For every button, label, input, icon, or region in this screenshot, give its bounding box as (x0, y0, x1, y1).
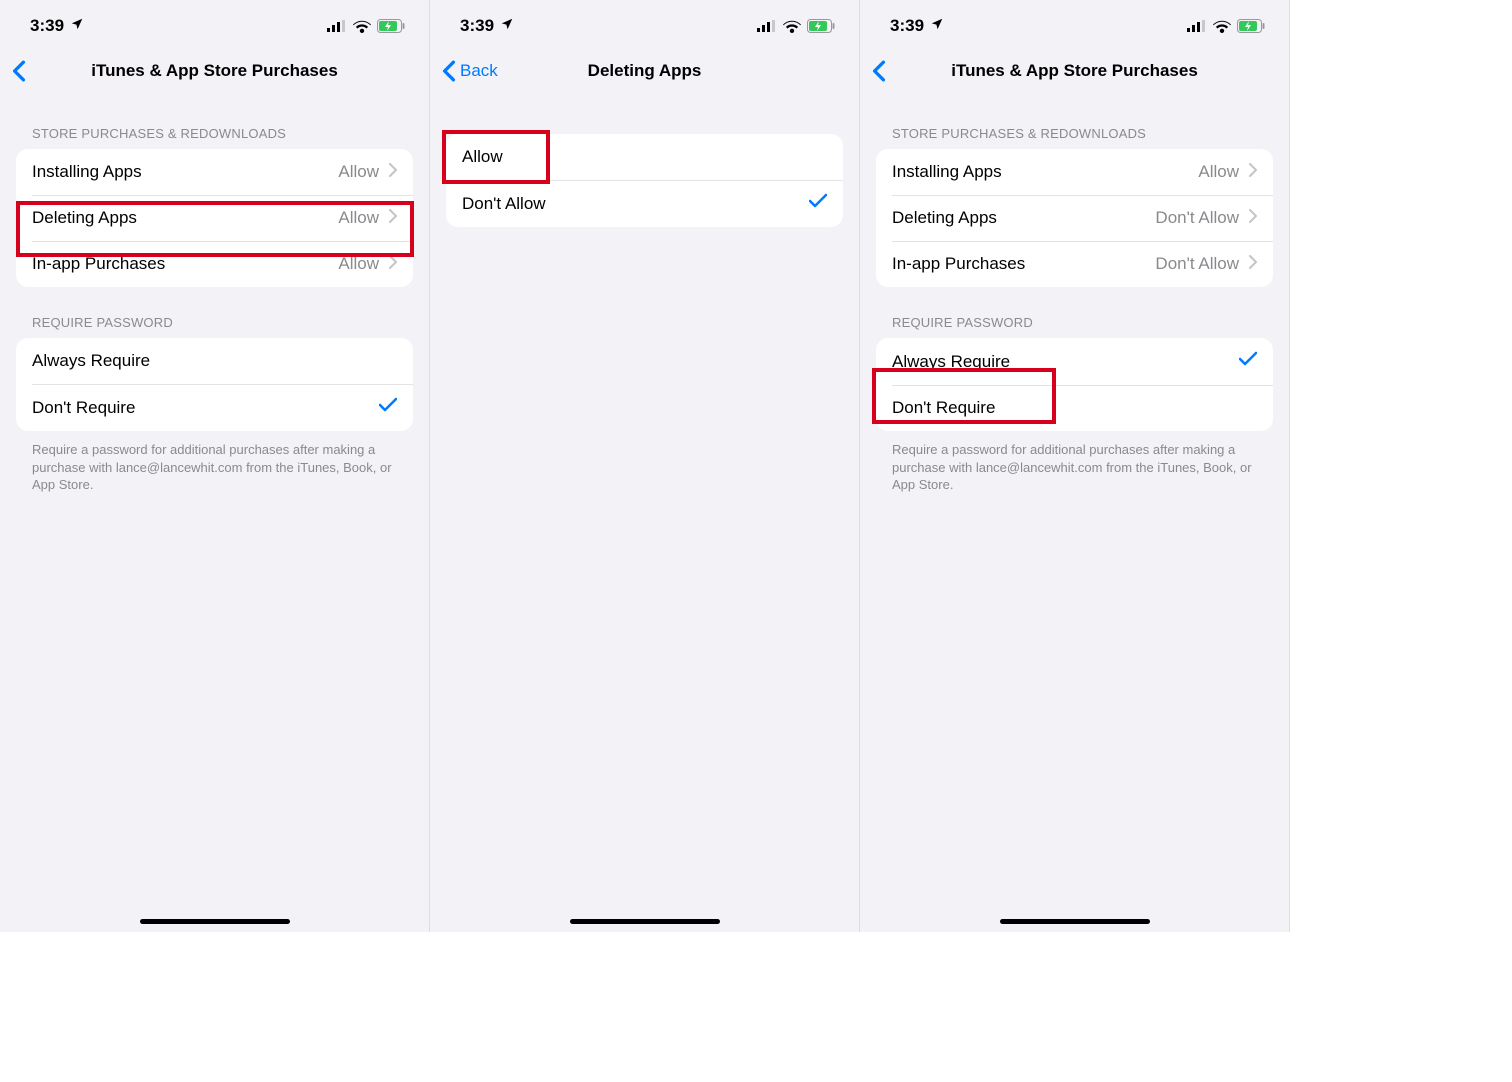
row-deleting-apps[interactable]: Deleting Apps Don't Allow (876, 195, 1273, 241)
signal-icon (327, 20, 347, 32)
home-indicator[interactable] (570, 919, 720, 924)
row-value: Don't Allow (1155, 208, 1239, 228)
nav-bar: iTunes & App Store Purchases (860, 44, 1289, 98)
group-options: Allow Don't Allow (446, 134, 843, 227)
row-label: In-app Purchases (32, 254, 165, 274)
group-purchases: Installing Apps Allow Deleting Apps Allo… (16, 149, 413, 287)
status-right (757, 19, 835, 33)
row-label: Don't Require (32, 398, 135, 418)
row-label: Installing Apps (892, 162, 1002, 182)
back-label: Back (460, 61, 498, 81)
battery-charging-icon (377, 19, 405, 33)
battery-charging-icon (1237, 19, 1265, 33)
back-button[interactable]: Back (442, 60, 498, 82)
nav-title: iTunes & App Store Purchases (860, 61, 1289, 81)
chevron-right-icon (389, 208, 397, 228)
row-label: Always Require (32, 351, 150, 371)
row-value: Don't Allow (1155, 254, 1239, 274)
phone-screen-3: 3:39 iTunes & App Store Purchases STORE … (860, 0, 1290, 932)
checkmark-icon (809, 193, 827, 214)
signal-icon (1187, 20, 1207, 32)
status-time: 3:39 (890, 16, 924, 36)
location-arrow-icon (70, 16, 84, 36)
checkmark-icon (1239, 351, 1257, 372)
group-password: Always Require Don't Require (876, 338, 1273, 431)
row-value: Allow (338, 208, 379, 228)
section-header-purchases: STORE PURCHASES & REDOWNLOADS (0, 98, 429, 149)
chevron-right-icon (1249, 254, 1257, 274)
row-in-app-purchases[interactable]: In-app Purchases Allow (16, 241, 413, 287)
section-header-password: REQUIRE PASSWORD (860, 287, 1289, 338)
status-right (327, 19, 405, 33)
row-label: In-app Purchases (892, 254, 1025, 274)
back-button[interactable] (12, 60, 30, 82)
row-label: Deleting Apps (32, 208, 137, 228)
wifi-icon (783, 20, 801, 33)
location-arrow-icon (930, 16, 944, 36)
home-indicator[interactable] (140, 919, 290, 924)
row-installing-apps[interactable]: Installing Apps Allow (876, 149, 1273, 195)
nav-title: iTunes & App Store Purchases (0, 61, 429, 81)
footer-text: Require a password for additional purcha… (860, 431, 1289, 494)
status-time: 3:39 (460, 16, 494, 36)
location-arrow-icon (500, 16, 514, 36)
row-dont-require[interactable]: Don't Require (876, 385, 1273, 431)
nav-bar: iTunes & App Store Purchases (0, 44, 429, 98)
status-right (1187, 19, 1265, 33)
row-dont-require[interactable]: Don't Require (16, 384, 413, 431)
row-label: Allow (462, 147, 503, 167)
chevron-right-icon (1249, 208, 1257, 228)
group-purchases: Installing Apps Allow Deleting Apps Don'… (876, 149, 1273, 287)
chevron-right-icon (389, 162, 397, 182)
row-always-require[interactable]: Always Require (16, 338, 413, 384)
row-value: Allow (338, 162, 379, 182)
signal-icon (757, 20, 777, 32)
row-dont-allow[interactable]: Don't Allow (446, 180, 843, 227)
status-left: 3:39 (30, 16, 84, 36)
status-left: 3:39 (890, 16, 944, 36)
status-bar: 3:39 (430, 0, 859, 44)
row-label: Don't Allow (462, 194, 546, 214)
status-left: 3:39 (460, 16, 514, 36)
row-always-require[interactable]: Always Require (876, 338, 1273, 385)
status-time: 3:39 (30, 16, 64, 36)
footer-text: Require a password for additional purcha… (0, 431, 429, 494)
section-header-password: REQUIRE PASSWORD (0, 287, 429, 338)
row-label: Deleting Apps (892, 208, 997, 228)
row-deleting-apps[interactable]: Deleting Apps Allow (16, 195, 413, 241)
group-password: Always Require Don't Require (16, 338, 413, 431)
row-value: Allow (338, 254, 379, 274)
status-bar: 3:39 (860, 0, 1289, 44)
row-in-app-purchases[interactable]: In-app Purchases Don't Allow (876, 241, 1273, 287)
row-installing-apps[interactable]: Installing Apps Allow (16, 149, 413, 195)
nav-bar: Back Deleting Apps (430, 44, 859, 98)
wifi-icon (1213, 20, 1231, 33)
back-button[interactable] (872, 60, 890, 82)
checkmark-icon (379, 397, 397, 418)
row-allow[interactable]: Allow (446, 134, 843, 180)
phone-screen-2: 3:39 Back Deleting Apps Allow Don't Allo… (430, 0, 860, 932)
row-value: Allow (1198, 162, 1239, 182)
battery-charging-icon (807, 19, 835, 33)
phone-screen-1: 3:39 iTunes & App Store Purchases STORE … (0, 0, 430, 932)
chevron-right-icon (389, 254, 397, 274)
section-header-purchases: STORE PURCHASES & REDOWNLOADS (860, 98, 1289, 149)
home-indicator[interactable] (1000, 919, 1150, 924)
status-bar: 3:39 (0, 0, 429, 44)
row-label: Always Require (892, 352, 1010, 372)
row-label: Installing Apps (32, 162, 142, 182)
chevron-right-icon (1249, 162, 1257, 182)
wifi-icon (353, 20, 371, 33)
row-label: Don't Require (892, 398, 995, 418)
